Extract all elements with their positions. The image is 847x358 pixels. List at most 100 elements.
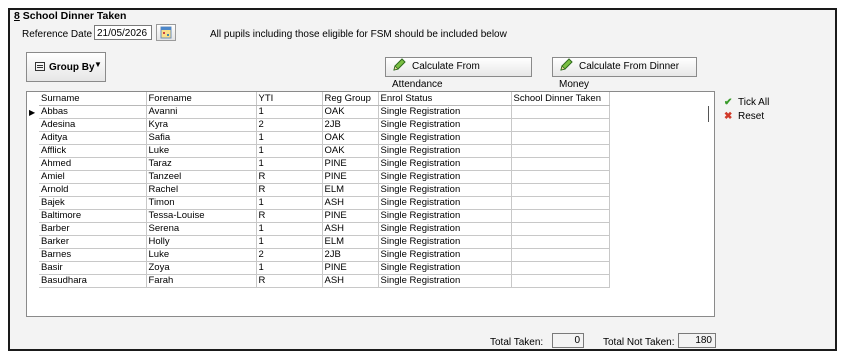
column-header-forename[interactable]: Forename [146, 92, 257, 106]
column-header-yti[interactable]: YTI [256, 92, 323, 106]
cell-enrol-status: Single Registration [378, 144, 512, 158]
cell-yti: R [256, 183, 323, 197]
cell-forename: Tessa-Louise [146, 209, 257, 223]
cell-school-dinner-taken[interactable] [511, 105, 610, 119]
cell-enrol-status: Single Registration [378, 222, 512, 236]
cell-forename: Holly [146, 235, 257, 249]
reference-date-field[interactable]: 21/05/2026 [94, 25, 152, 40]
cell-enrol-status: Single Registration [378, 235, 512, 249]
reset-button[interactable]: ✖ Reset [724, 110, 764, 124]
tick-all-button[interactable]: ✔ Tick All [724, 96, 769, 110]
pencil-icon [393, 58, 406, 72]
cell-school-dinner-taken[interactable] [511, 209, 610, 223]
cell-forename: Serena [146, 222, 257, 236]
table-header-row: Surname Forename YTI Reg Group Enrol Sta… [39, 92, 610, 106]
cell-enrol-status: Single Registration [378, 170, 512, 184]
cell-yti: 2 [256, 118, 323, 132]
cell-school-dinner-taken[interactable] [511, 222, 610, 236]
table-row[interactable]: Arnold Rachel R ELM Single Registration [39, 183, 610, 197]
cell-enrol-status: Single Registration [378, 248, 512, 262]
table-row[interactable]: Barber Serena 1 ASH Single Registration [39, 222, 610, 236]
cell-surname: Barber [39, 222, 147, 236]
table-row[interactable]: Abbas Avanni 1 OAK Single Registration [39, 105, 610, 119]
cell-yti: 1 [256, 196, 323, 210]
cell-surname: Amiel [39, 170, 147, 184]
cell-enrol-status: Single Registration [378, 131, 512, 145]
cell-forename: Rachel [146, 183, 257, 197]
cell-school-dinner-taken[interactable] [511, 261, 610, 275]
cell-enrol-status: Single Registration [378, 183, 512, 197]
scrollbar[interactable] [708, 106, 709, 122]
check-icon: ✔ [724, 97, 733, 108]
cell-surname: Arnold [39, 183, 147, 197]
table-row[interactable]: Adesina Kyra 2 2JB Single Registration [39, 118, 610, 132]
cell-reg-group: PINE [322, 157, 379, 171]
cell-yti: 1 [256, 235, 323, 249]
reset-label: Reset [738, 111, 765, 122]
cell-school-dinner-taken[interactable] [511, 144, 610, 158]
cell-reg-group: ASH [322, 274, 379, 288]
table-row[interactable]: Baltimore Tessa-Louise R PINE Single Registr… [39, 209, 610, 223]
cell-enrol-status: Single Registration [378, 196, 512, 210]
table-row[interactable]: Basir Zoya 1 PINE Single Registration [39, 261, 610, 275]
cell-yti: 1 [256, 261, 323, 275]
cell-enrol-status: Single Registration [378, 274, 512, 288]
table-row[interactable]: Aditya Safia 1 OAK Single Registration [39, 131, 610, 145]
calendar-icon [160, 26, 172, 39]
chevron-down-icon: ▼ [94, 60, 102, 69]
calculate-from-dinner-money-button[interactable]: Calculate From Dinner Money [552, 57, 697, 90]
table-row[interactable]: Afflick Luke 1 OAK Single Registration [39, 144, 610, 158]
cell-forename: Luke [146, 248, 257, 262]
cell-school-dinner-taken[interactable] [511, 170, 610, 184]
cell-reg-group: ASH [322, 196, 379, 210]
cell-yti: R [256, 209, 323, 223]
reference-date-label: Reference Date [22, 29, 93, 40]
cell-reg-group: 2JB [322, 118, 379, 132]
cell-forename: Zoya [146, 261, 257, 275]
group-by-button[interactable]: Group By ▼ [26, 52, 106, 82]
column-header-reg-group[interactable]: Reg Group [322, 92, 379, 106]
cell-forename: Kyra [146, 118, 257, 132]
cell-surname: Baltimore [39, 209, 147, 223]
total-not-taken-label: Total Not Taken: [603, 337, 675, 348]
cell-reg-group: OAK [322, 144, 379, 158]
cell-yti: 1 [256, 105, 323, 119]
pupil-table: Surname Forename YTI Reg Group Enrol Sta… [39, 92, 610, 288]
cell-school-dinner-taken[interactable] [511, 235, 610, 249]
table-row[interactable]: Ahmed Taraz 1 PINE Single Registration [39, 157, 610, 171]
cell-school-dinner-taken[interactable] [511, 157, 610, 171]
cell-forename: Taraz [146, 157, 257, 171]
table-row[interactable]: Barnes Luke 2 2JB Single Registration [39, 248, 610, 262]
tick-all-label: Tick All [738, 97, 770, 108]
cell-school-dinner-taken[interactable] [511, 183, 610, 197]
calendar-button[interactable] [156, 24, 176, 41]
table-row[interactable]: Bajek Timon 1 ASH Single Registration [39, 196, 610, 210]
cell-surname: Adesina [39, 118, 147, 132]
cell-reg-group: ELM [322, 235, 379, 249]
column-header-school-dinner-taken[interactable]: School Dinner Taken [511, 92, 610, 106]
column-header-surname[interactable]: Surname [39, 92, 147, 106]
table-row[interactable]: Basudhara Farah R ASH Single Registration [39, 274, 610, 288]
cell-forename: Avanni [146, 105, 257, 119]
cell-school-dinner-taken[interactable] [511, 196, 610, 210]
calculate-from-attendance-button[interactable]: Calculate From Attendance [385, 57, 532, 90]
table-row[interactable]: Amiel Tanzeel R PINE Single Registration [39, 170, 610, 184]
column-header-enrol-status[interactable]: Enrol Status [378, 92, 512, 106]
cell-surname: Basudhara [39, 274, 147, 288]
pupil-grid: ▶ Surname Forename YTI Reg Group Enrol S… [26, 91, 715, 317]
cell-yti: R [256, 274, 323, 288]
table-row[interactable]: Barker Holly 1 ELM Single Registration [39, 235, 610, 249]
cell-enrol-status: Single Registration [378, 157, 512, 171]
cell-surname: Abbas [39, 105, 147, 119]
cell-reg-group: OAK [322, 131, 379, 145]
cell-surname: Afflick [39, 144, 147, 158]
cell-reg-group: ELM [322, 183, 379, 197]
cell-reg-group: OAK [322, 105, 379, 119]
cell-surname: Barker [39, 235, 147, 249]
cell-school-dinner-taken[interactable] [511, 131, 610, 145]
cell-school-dinner-taken[interactable] [511, 118, 610, 132]
cell-forename: Timon [146, 196, 257, 210]
cell-school-dinner-taken[interactable] [511, 248, 610, 262]
cell-forename: Farah [146, 274, 257, 288]
cell-school-dinner-taken[interactable] [511, 274, 610, 288]
